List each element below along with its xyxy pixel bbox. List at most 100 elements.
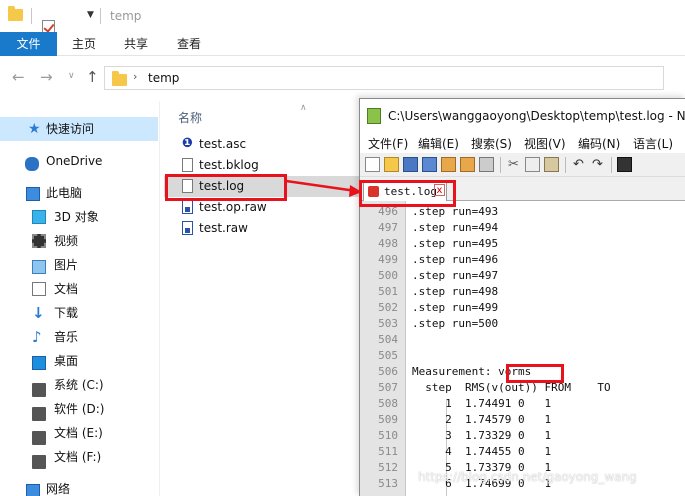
code-line[interactable]: .step run=495 (412, 237, 498, 250)
nav-item-drive-c[interactable]: 系统 (C:) (0, 373, 158, 397)
line-number: 497 (378, 221, 398, 234)
divider (565, 157, 566, 173)
notepad-titlebar: C:\Users\wanggaoyong\Desktop\temp\test.l… (360, 99, 685, 133)
up-icon[interactable]: ↑ (86, 68, 99, 86)
line-number: 505 (378, 349, 398, 362)
code-line[interactable]: 4 1.74455 0 1 (412, 445, 551, 458)
code-line[interactable]: 2 1.74579 0 1 (412, 413, 551, 426)
back-icon[interactable]: ← (12, 68, 25, 86)
close-all-icon[interactable] (460, 157, 475, 172)
forward-icon[interactable]: → (40, 68, 53, 86)
tab-share[interactable]: 共享 (118, 32, 154, 56)
text-file-icon (182, 158, 193, 172)
drive-icon (32, 431, 46, 445)
download-icon: ↓ (32, 304, 45, 322)
video-icon (32, 234, 46, 248)
folder-icon (8, 6, 23, 21)
code-line[interactable]: 3 1.73329 0 1 (412, 429, 551, 442)
code-line[interactable]: .step run=499 (412, 301, 498, 314)
nav-item-music[interactable]: ♪ 音乐 (0, 325, 158, 349)
menu-edit[interactable]: 编辑(E) (418, 135, 459, 152)
copy-icon[interactable] (525, 157, 540, 172)
tab-file[interactable]: 文件 (0, 32, 57, 56)
line-number: 507 (378, 381, 398, 394)
nav-item-desktop[interactable]: 桌面 (0, 349, 158, 373)
highlight-box-measurement (506, 364, 564, 383)
menu-language[interactable]: 语言(L) (633, 135, 673, 152)
nav-item-quick-access[interactable]: ★ 快速访问 (0, 117, 158, 141)
nav-item-pictures[interactable]: 图片 (0, 253, 158, 277)
line-number: 502 (378, 301, 398, 314)
undo-icon[interactable]: ↶ (571, 157, 586, 172)
ltspice-schematic-icon: ❶ (182, 136, 194, 151)
divider (100, 8, 101, 24)
code-line[interactable]: .step run=496 (412, 253, 498, 266)
code-line[interactable]: .step run=497 (412, 269, 498, 282)
cut-icon[interactable]: ✂ (506, 157, 521, 172)
drive-icon (32, 383, 46, 397)
redo-icon[interactable]: ↷ (590, 157, 605, 172)
find-icon[interactable] (617, 157, 632, 172)
line-number: 510 (378, 429, 398, 442)
highlight-box-file (165, 174, 287, 201)
editor-area[interactable]: 496 .step run=493 497 .step run=494 498 .step… (360, 201, 685, 496)
star-icon: ★ (28, 121, 41, 137)
computer-icon (26, 187, 40, 201)
menu-search[interactable]: 搜索(S) (471, 135, 512, 152)
menu-file[interactable]: 文件(F) (368, 135, 408, 152)
nav-item-drive-e[interactable]: 文档 (E:) (0, 421, 158, 445)
window-title: temp (110, 9, 142, 23)
recent-locations-icon[interactable]: ∨ (68, 71, 75, 81)
file-row-test-asc[interactable]: ❶ test.asc (164, 134, 362, 155)
file-list: ∧ 名称 ❶ test.asc test.bklog test.log test… (160, 101, 362, 496)
code-line[interactable]: .step run=498 (412, 285, 498, 298)
notepad-toolbar: ✂ ↶ ↷ (360, 153, 685, 177)
file-row-test-raw[interactable]: test.raw (164, 218, 362, 239)
music-icon: ♪ (32, 328, 42, 346)
nav-item-drive-d[interactable]: 软件 (D:) (0, 397, 158, 421)
tab-home[interactable]: 主页 (66, 32, 102, 56)
notepad-menubar: 文件(F) 编辑(E) 搜索(S) 视图(V) 编码(N) 语言(L) (360, 133, 685, 153)
nav-item-documents[interactable]: 文档 (0, 277, 158, 301)
menu-encoding[interactable]: 编码(N) (578, 135, 620, 152)
drive-icon (32, 407, 46, 421)
code-line[interactable]: .step run=500 (412, 317, 498, 330)
save-all-icon[interactable] (422, 157, 437, 172)
explorer-titlebar: ▼ temp (0, 0, 685, 47)
open-file-icon[interactable] (384, 157, 399, 172)
quick-access-toolbar-dropdown-icon[interactable]: ▼ (87, 10, 94, 20)
code-line[interactable]: 1 1.74491 0 1 (412, 397, 551, 410)
nav-item-3d-objects[interactable]: 3D 对象 (0, 205, 158, 229)
column-header-name[interactable]: 名称 (178, 109, 202, 126)
notepad-window: C:\Users\wanggaoyong\Desktop\temp\test.l… (359, 98, 685, 496)
paste-icon[interactable] (544, 157, 559, 172)
tab-view[interactable]: 查看 (171, 32, 207, 56)
save-icon[interactable] (403, 157, 418, 172)
chevron-right-icon[interactable]: › (133, 70, 137, 83)
nav-item-drive-f[interactable]: 文档 (F:) (0, 445, 158, 469)
sort-chevron-icon[interactable]: ∧ (300, 103, 307, 113)
line-number: 509 (378, 413, 398, 426)
address-path[interactable]: temp (148, 71, 179, 85)
line-number: 500 (378, 269, 398, 282)
menu-view[interactable]: 视图(V) (524, 135, 566, 152)
notepad-logo-icon (367, 108, 381, 124)
nav-item-network[interactable]: 网络 (0, 477, 158, 496)
nav-item-videos[interactable]: 视频 (0, 229, 158, 253)
ribbon: 文件 主页 共享 查看 (0, 32, 685, 56)
cube-icon (32, 210, 46, 224)
line-number: 503 (378, 317, 398, 330)
line-number: 499 (378, 253, 398, 266)
nav-item-this-pc[interactable]: 此电脑 (0, 181, 158, 205)
nav-item-downloads[interactable]: ↓ 下载 (0, 301, 158, 325)
line-number: 504 (378, 333, 398, 346)
code-line[interactable]: .step run=494 (412, 221, 498, 234)
close-file-icon[interactable] (441, 157, 456, 172)
divider (500, 157, 501, 173)
new-file-icon[interactable] (365, 157, 380, 172)
arrow-icon (286, 179, 362, 197)
nav-item-onedrive[interactable]: OneDrive (0, 149, 158, 173)
address-input[interactable]: › temp (104, 66, 664, 90)
line-number: 506 (378, 365, 398, 378)
print-icon[interactable] (479, 157, 494, 172)
